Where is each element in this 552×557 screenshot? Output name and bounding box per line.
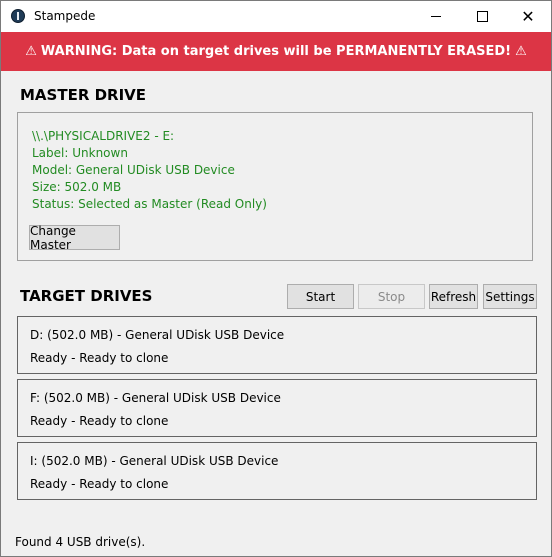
master-drive-panel: \\.\PHYSICALDRIVE2 - E: Label: Unknown M… bbox=[17, 112, 533, 261]
close-button[interactable]: ✕ bbox=[505, 1, 551, 32]
master-drive-label: Label: Unknown bbox=[32, 146, 128, 160]
app-window: Stampede ✕ ⚠ WARNING: Data on target dri… bbox=[0, 0, 552, 557]
master-drive-model: Model: General UDisk USB Device bbox=[32, 163, 235, 177]
warning-icon: ⚠ bbox=[515, 44, 527, 59]
warning-icon: ⚠ bbox=[25, 44, 37, 59]
target-drive-status: Ready - Ready to clone bbox=[30, 351, 169, 365]
master-drive-status: Status: Selected as Master (Read Only) bbox=[32, 197, 267, 211]
maximize-icon bbox=[476, 11, 488, 22]
master-drive-path: \\.\PHYSICALDRIVE2 - E: bbox=[32, 129, 175, 143]
close-icon: ✕ bbox=[521, 6, 535, 26]
minimize-icon bbox=[431, 16, 441, 17]
target-drive-name: F: (502.0 MB) - General UDisk USB Device bbox=[30, 391, 281, 405]
status-bar-text: Found 4 USB drive(s). bbox=[15, 535, 146, 549]
change-master-button[interactable]: Change Master bbox=[29, 224, 120, 252]
master-drive-size: Size: 502.0 MB bbox=[32, 180, 122, 194]
target-drive-status: Ready - Ready to clone bbox=[30, 414, 169, 428]
refresh-button[interactable]: Refresh bbox=[429, 284, 478, 309]
minimize-button[interactable] bbox=[413, 1, 459, 32]
window-title: Stampede bbox=[34, 9, 96, 23]
warning-text: WARNING: Data on target drives will be P… bbox=[40, 44, 512, 59]
target-drive-card[interactable]: D: (502.0 MB) - General UDisk USB Device… bbox=[17, 316, 537, 374]
warning-banner: ⚠ WARNING: Data on target drives will be… bbox=[1, 32, 551, 71]
target-drive-name: D: (502.0 MB) - General UDisk USB Device bbox=[30, 328, 285, 342]
target-drive-card[interactable]: F: (502.0 MB) - General UDisk USB Device… bbox=[17, 379, 537, 437]
target-drive-status: Ready - Ready to clone bbox=[30, 477, 169, 491]
target-drives-heading: TARGET DRIVES bbox=[20, 287, 153, 305]
target-drive-name: I: (502.0 MB) - General UDisk USB Device bbox=[30, 454, 279, 468]
stop-button[interactable]: Stop bbox=[358, 284, 425, 309]
master-drive-heading: MASTER DRIVE bbox=[20, 86, 147, 104]
title-bar[interactable]: Stampede ✕ bbox=[1, 1, 551, 32]
maximize-button[interactable] bbox=[459, 1, 505, 32]
target-drive-card[interactable]: I: (502.0 MB) - General UDisk USB Device… bbox=[17, 442, 537, 500]
start-button[interactable]: Start bbox=[287, 284, 354, 309]
settings-button[interactable]: Settings bbox=[483, 284, 537, 309]
app-icon bbox=[11, 9, 25, 23]
